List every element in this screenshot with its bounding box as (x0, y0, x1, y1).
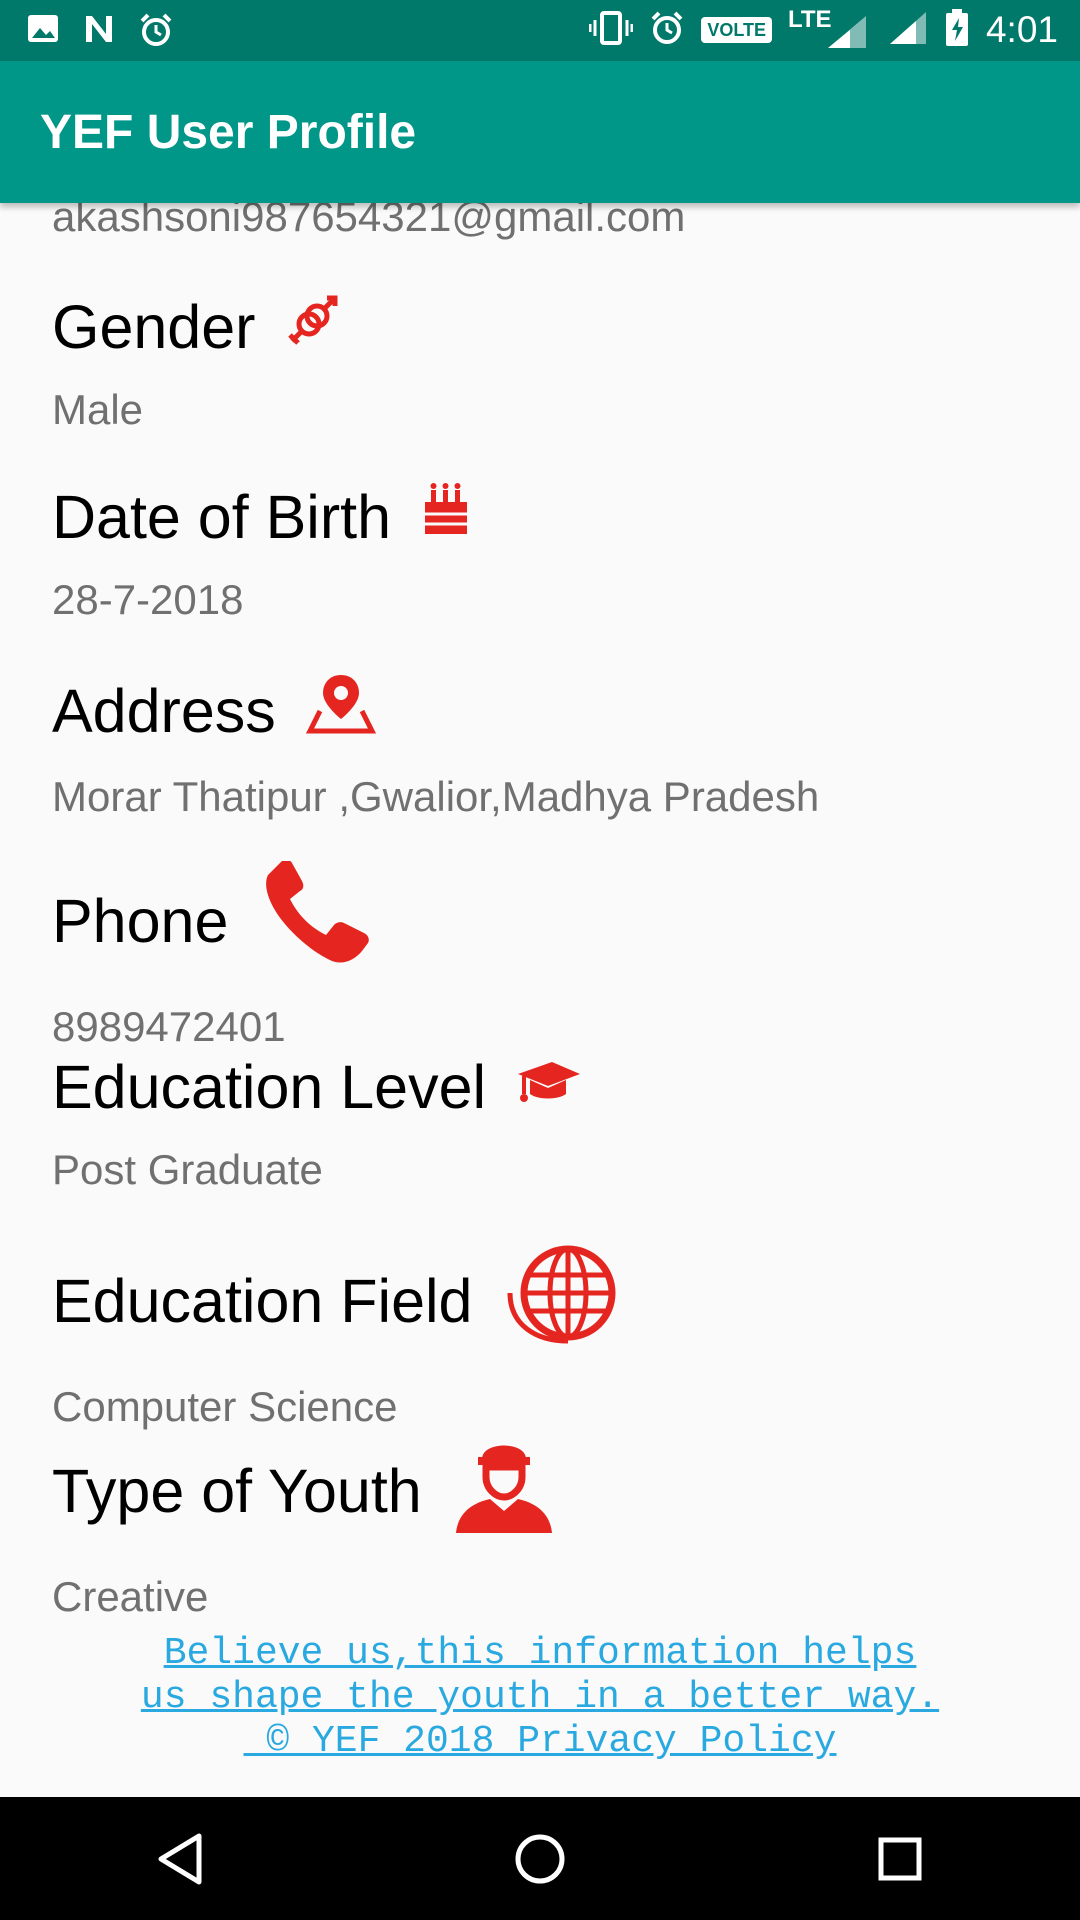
address-label: Address (52, 676, 276, 745)
youth-type-field: Type of Youth Creative (52, 1431, 1032, 1621)
alarm-icon (649, 10, 685, 51)
phone-icon (258, 859, 374, 980)
gender-label: Gender (52, 293, 256, 361)
back-icon (158, 1833, 202, 1884)
dob-field: Date of Birth 28-7-2018 (52, 481, 1032, 671)
clock-time: 4:01 (985, 9, 1058, 50)
app-bar: YEF User Profile (0, 61, 1080, 203)
gender-value: Male (52, 386, 144, 433)
footer-line-2[interactable]: us shape the youth in a better way. (0, 1676, 1080, 1720)
globe-icon (502, 1241, 634, 1360)
home-icon (515, 1834, 565, 1883)
privacy-policy-link[interactable]: Believe us,this information helps us sha… (0, 1632, 1080, 1764)
volte-icon: VOLTE (701, 17, 772, 43)
recents-button[interactable] (840, 1809, 960, 1909)
dob-value: 28-7-2018 (52, 576, 244, 623)
address-value: Morar Thatipur ,Gwalior,Madhya Pradesh (52, 773, 820, 820)
education-field-value: Computer Science (52, 1383, 398, 1430)
n-icon (82, 12, 116, 53)
education-field-field: Education Field Computer Science (52, 1241, 1032, 1431)
back-button[interactable] (120, 1809, 240, 1909)
phone-field: Phone 8989472401 (52, 859, 1032, 1051)
location-pin-icon (305, 671, 376, 750)
gender-field: Gender Male (52, 291, 1032, 481)
lte-icon: LTE (788, 6, 872, 50)
phone-label: Phone (52, 886, 229, 955)
status-bar: VOLTE LTE 4:01 (0, 0, 1080, 61)
cake-icon (421, 481, 471, 553)
graduation-cap-icon (516, 1051, 582, 1123)
alarm-icon (138, 12, 174, 53)
youth-person-icon (452, 1431, 556, 1550)
dob-label: Date of Birth (52, 483, 392, 551)
youth-type-value: Creative (52, 1573, 209, 1620)
profile-content[interactable]: akashsoni987654321@gmail.com Gender Male… (0, 203, 1080, 1797)
home-button[interactable] (480, 1809, 600, 1909)
education-level-field: Education Level Post Graduate (52, 1051, 1032, 1241)
image-icon (26, 12, 60, 53)
address-field: Address Morar Thatipur ,Gwalior,Madhya P… (52, 671, 1032, 861)
vibrate-icon (588, 10, 634, 51)
recents-icon (878, 1837, 922, 1880)
lte-label: LTE (787, 6, 832, 33)
signal-icon (888, 10, 928, 51)
education-field-label: Education Field (52, 1266, 473, 1335)
footer-line-3[interactable]: © YEF 2018 Privacy Policy (0, 1720, 1080, 1764)
app-bar-title: YEF User Profile (40, 106, 417, 159)
phone-value: 8989472401 (52, 1003, 286, 1050)
youth-type-label: Type of Youth (52, 1456, 422, 1525)
gender-icon (285, 291, 339, 363)
email-value: akashsoni987654321@gmail.com (52, 203, 686, 240)
battery-charging-icon (944, 8, 970, 52)
footer-line-1[interactable]: Believe us,this information helps (0, 1632, 1080, 1676)
education-level-value: Post Graduate (52, 1146, 323, 1193)
navigation-bar (0, 1797, 1080, 1920)
education-level-label: Education Level (52, 1053, 487, 1121)
